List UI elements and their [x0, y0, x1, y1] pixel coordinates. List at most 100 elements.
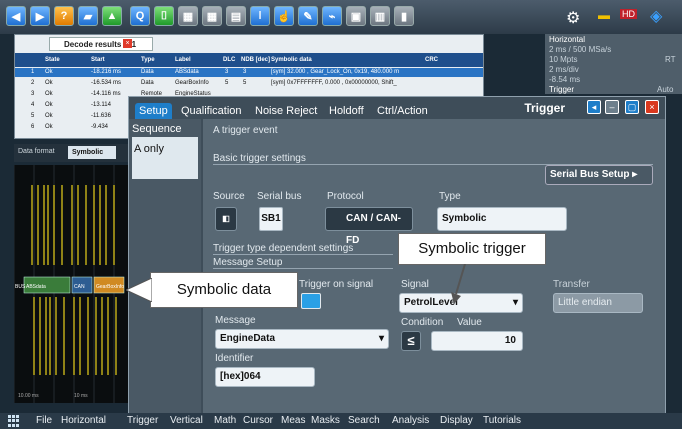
menu-meas[interactable]: Meas — [281, 415, 305, 426]
menu-math[interactable]: Math — [214, 415, 236, 426]
horizontal-line2: 10 Mpts — [549, 55, 578, 64]
source-label: Source — [213, 191, 245, 202]
col-symbolic[interactable]: Symbolic data — [271, 53, 312, 67]
tab-qualification[interactable]: Qualification — [177, 103, 246, 119]
sequence-item-a-only[interactable]: A only — [132, 137, 198, 179]
menu-cursor[interactable]: Cursor — [243, 415, 273, 426]
waveform-display[interactable]: ABSdata CAN GearBoxInfo BUS 10.00 ms 10 ms — [14, 165, 132, 403]
horizontal-panel[interactable]: Horizontal 2 ms / 500 MSa/s 10 Mpts 2 ms… — [545, 34, 682, 94]
horizontal-line3: 2 ms/div — [549, 65, 579, 74]
message-label: Message — [215, 315, 256, 326]
scale-label: 10.00 ms — [18, 393, 39, 399]
col-ndb[interactable]: NDB [dec] — [241, 53, 270, 67]
row-index: 3 — [31, 91, 35, 97]
table-cell: Data — [141, 80, 154, 86]
col-crc[interactable]: CRC — [425, 53, 438, 67]
table-cell: Ok — [45, 91, 53, 97]
trigger-title: Trigger — [549, 85, 575, 94]
back-arrow-icon[interactable]: ◂ — [587, 100, 601, 114]
table-cell: 5 — [225, 80, 229, 86]
table-cell: Ok — [45, 80, 53, 86]
histogram-icon[interactable]: ⌷ — [154, 6, 174, 26]
save-icon[interactable]: ▮ — [394, 6, 414, 26]
row-index: 4 — [31, 102, 35, 108]
report-icon[interactable]: ▣ — [346, 6, 366, 26]
zoom-icon[interactable]: Q — [130, 6, 150, 26]
trigger-dialog: Setup Qualification Noise Reject Holdoff… — [128, 96, 666, 414]
table-cell: Ok — [45, 124, 53, 130]
apps-grid-icon[interactable] — [8, 415, 20, 427]
scale-label: 10 ms — [74, 393, 88, 399]
type-select[interactable]: Symbolic — [437, 207, 567, 231]
chevron-right-icon: ▸ — [632, 169, 638, 180]
menu-search[interactable]: Search — [348, 415, 380, 426]
serial-bus-setup-label: Serial Bus Setup — [550, 169, 630, 180]
callout-symbolic-trigger: Symbolic trigger — [398, 233, 546, 265]
menu-vertical[interactable]: Vertical — [170, 415, 203, 426]
menu-analysis[interactable]: Analysis — [392, 415, 429, 426]
open-icon[interactable]: ▰ — [78, 6, 98, 26]
condition-select[interactable]: ≤ — [401, 331, 421, 351]
forward-icon[interactable]: ▶ — [30, 6, 50, 26]
col-dlc[interactable]: DLC — [223, 53, 235, 67]
table-cell: -16.534 ms — [91, 80, 122, 86]
annotation-icon[interactable]: ✎ — [298, 6, 318, 26]
spectrum-icon[interactable]: ▦ — [202, 6, 222, 26]
tab-noise-reject[interactable]: Noise Reject — [251, 103, 321, 119]
message-select[interactable]: EngineData ▾ — [215, 329, 389, 349]
menu-display[interactable]: Display — [440, 415, 473, 426]
col-label[interactable]: Label — [175, 53, 191, 67]
tab-ctrl-action[interactable]: Ctrl/Action — [373, 103, 432, 119]
serial-bus-setup-button[interactable]: Serial Bus Setup ▸ — [545, 165, 653, 185]
chart-icon[interactable]: ▲ — [102, 6, 122, 26]
menu-file[interactable]: File — [36, 415, 52, 426]
transfer-select[interactable]: Little endian — [553, 293, 643, 313]
math-icon[interactable]: ▤ — [226, 6, 246, 26]
help-icon[interactable]: ? — [54, 6, 74, 26]
marker-icon[interactable]: ǀ — [250, 6, 270, 26]
close-icon[interactable]: × — [123, 39, 132, 48]
table-row[interactable]: 1 Ok -18.216 ms Data ABSdata 3 3 [sym] 32.000 ,… — [15, 68, 483, 77]
menu-tutorials[interactable]: Tutorials — [483, 415, 521, 426]
back-icon[interactable]: ◀ — [6, 6, 26, 26]
data-format-select[interactable]: Symbolic — [68, 146, 116, 159]
callout-arrow-down — [451, 264, 466, 304]
minimize-icon[interactable]: – — [605, 100, 619, 114]
top-toolbar: ◀ ▶ ? ▰ ▲ Q ⌷ ▦ ▦ ▤ ǀ ☝ ✎ ⌁ ▣ ▥ ▮ ⚙ ▬ HD… — [0, 0, 682, 34]
protocol-select[interactable]: CAN / CAN-FD — [325, 207, 413, 246]
maximize-icon[interactable]: ▢ — [625, 100, 639, 114]
table-row[interactable]: 2 Ok -16.534 ms Data GearBoxInfo 5 5 [sym] 0x7F… — [15, 79, 483, 88]
col-state[interactable]: State — [45, 53, 60, 67]
print-icon[interactable]: ▥ — [370, 6, 390, 26]
callout-symbolic-data: Symbolic data — [150, 272, 298, 308]
value-input[interactable]: 10 — [431, 331, 523, 351]
mask-icon[interactable]: ▦ — [178, 6, 198, 26]
menu-diamond-icon[interactable]: ◈ — [650, 6, 662, 26]
col-type[interactable]: Type — [141, 53, 155, 67]
menu-horizontal[interactable]: Horizontal — [61, 415, 106, 426]
trigger-on-signal-checkbox[interactable] — [301, 293, 321, 309]
table-cell: [sym] 32.000 , Gear_Lock_On, 0x19, 480.0… — [271, 69, 400, 75]
close-dialog-icon[interactable]: × — [645, 100, 659, 114]
draw-icon[interactable]: ⌁ — [322, 6, 342, 26]
tab-holdoff[interactable]: Holdoff — [325, 103, 368, 119]
row-index: 1 — [31, 69, 35, 75]
protocol-label: Protocol — [327, 191, 364, 202]
source-button[interactable]: ◧ — [215, 207, 237, 231]
data-format-bar: Data format Symbolic — [14, 144, 130, 162]
hd-icon[interactable]: HD — [620, 9, 637, 19]
identifier-input[interactable]: [hex]064 — [215, 367, 315, 387]
tab-setup[interactable]: Setup — [135, 103, 172, 119]
row-index: 6 — [31, 124, 35, 130]
dialog-title: Trigger — [524, 101, 565, 115]
menu-masks[interactable]: Masks — [311, 415, 340, 426]
table-cell: Ok — [45, 69, 53, 75]
menu-trigger[interactable]: Trigger — [127, 415, 158, 426]
decode-results-tab[interactable]: Decode results B 1 — [49, 37, 154, 51]
touch-icon[interactable]: ☝ — [274, 6, 294, 26]
col-start[interactable]: Start — [91, 53, 105, 67]
decode-table-header: State Start Type Label DLC NDB [dec] Sym… — [15, 53, 483, 67]
settings-icon[interactable]: ⚙ — [566, 8, 580, 28]
signal-icon[interactable]: ▬ — [598, 8, 610, 22]
serial-bus-select[interactable]: SB1 — [259, 207, 283, 231]
